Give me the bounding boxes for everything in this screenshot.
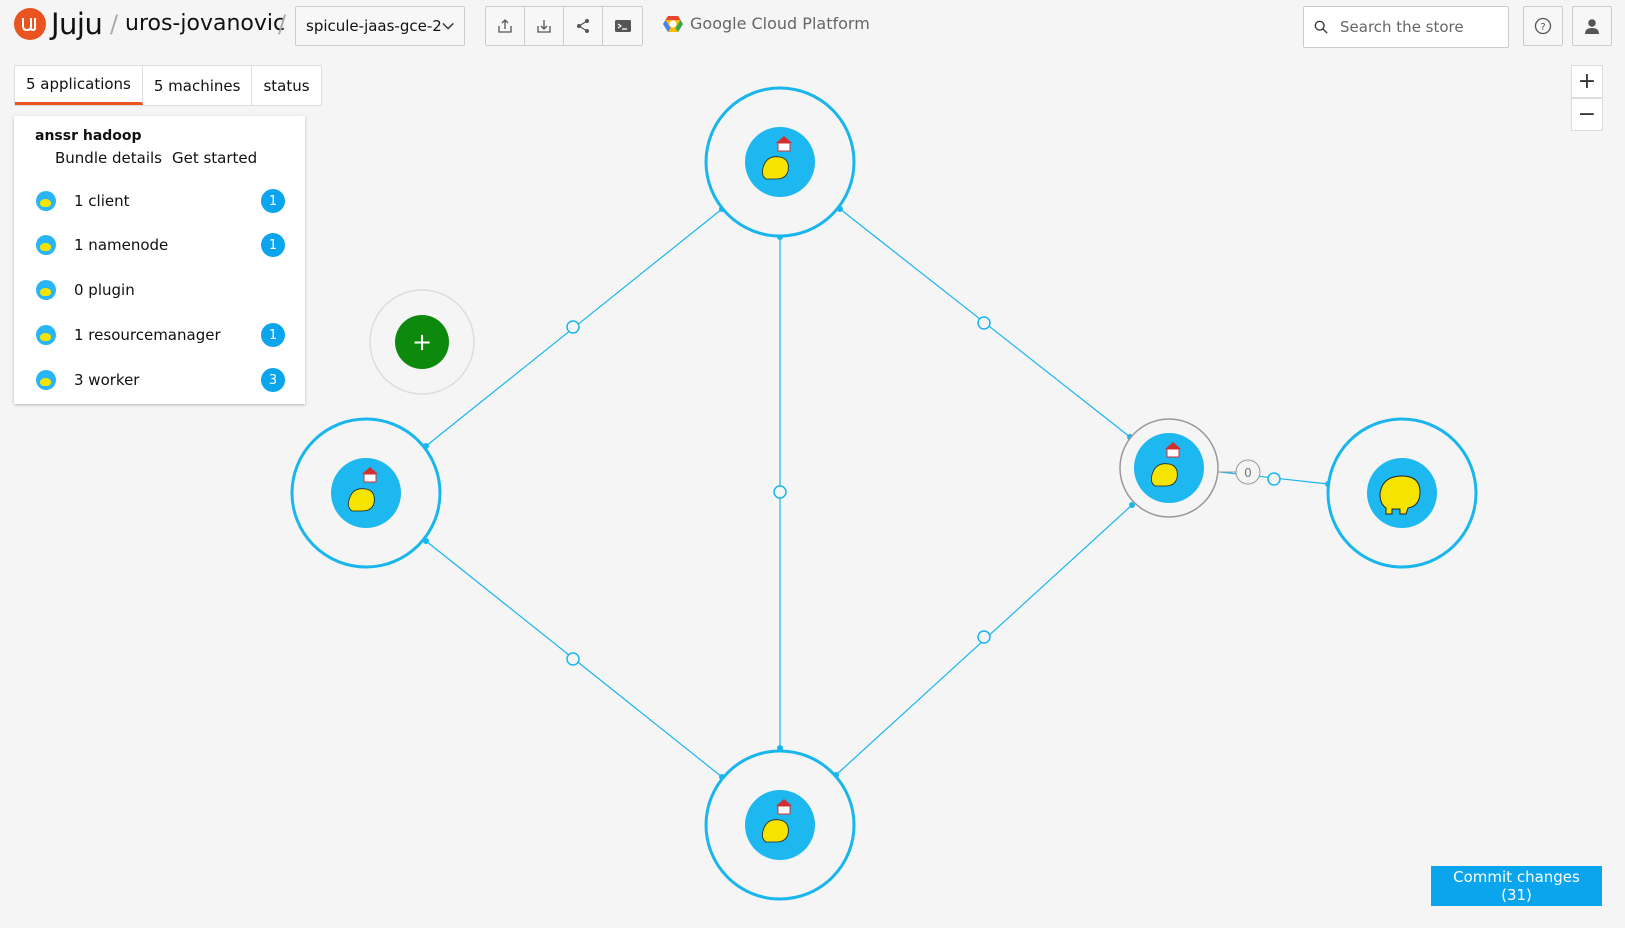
user-icon [1585, 19, 1599, 34]
import-button[interactable] [525, 7, 564, 45]
get-started-link[interactable]: Get started [172, 149, 257, 167]
relation-midpoint[interactable] [1267, 472, 1281, 486]
cloud-label: Google Cloud Platform [690, 13, 870, 33]
svg-text:0: 0 [1244, 466, 1252, 480]
cloud-provider: Google Cloud Platform [662, 13, 870, 33]
google-cloud-icon [663, 16, 683, 32]
header: Juju / uros-jovanovic / spicule-jaas-gce… [0, 0, 1625, 56]
app-label: 1 namenode [74, 236, 169, 254]
app-node-resourcemanager[interactable] [1119, 418, 1219, 518]
zoom-out-button[interactable]: − [1571, 98, 1603, 131]
app-node-client[interactable] [290, 417, 442, 569]
app-label: 1 client [74, 192, 130, 210]
app-node-worker[interactable] [704, 749, 856, 901]
relation-midpoint[interactable] [773, 485, 787, 499]
tab-applications[interactable]: 5 applications [15, 66, 143, 105]
logo-text: Juju [51, 7, 103, 41]
bundle-links: Bundle details Get started [55, 149, 257, 167]
list-item-plugin[interactable]: 0 plugin [14, 268, 305, 312]
applications-panel: anssr hadoop Bundle details Get started … [14, 116, 305, 404]
unit-count-badge: 1 [261, 189, 285, 213]
model-toolbar [485, 6, 643, 46]
tab-machines[interactable]: 5 machines [143, 66, 253, 105]
relation-midpoint[interactable] [566, 652, 580, 666]
help-icon: ? [1534, 17, 1552, 35]
bundle-name: anssr hadoop [35, 128, 142, 144]
tab-status[interactable]: status [252, 66, 320, 105]
app-node-plugin[interactable] [1326, 417, 1478, 569]
breadcrumb-separator: / [110, 10, 119, 38]
search-icon [1314, 20, 1328, 34]
plus-icon: + [412, 328, 432, 356]
list-item-namenode[interactable]: 1 namenode 1 [14, 223, 305, 267]
list-item-resourcemanager[interactable]: 1 resourcemanager 1 [14, 313, 305, 357]
terminal-icon [614, 20, 631, 32]
export-icon [498, 19, 512, 33]
model-name: spicule-jaas-gce-2 [306, 17, 442, 35]
juju-mark-icon [14, 8, 46, 40]
relation-badge[interactable]: 0 [1218, 459, 1261, 485]
export-button[interactable] [486, 7, 525, 45]
store-search[interactable] [1303, 6, 1509, 48]
app-label: 1 resourcemanager [74, 326, 221, 344]
terminal-button[interactable] [603, 7, 642, 45]
unit-count-badge: 1 [261, 323, 285, 347]
unit-count-badge: 3 [261, 368, 285, 392]
hadoop-icon [36, 191, 56, 211]
help-button[interactable]: ? [1523, 6, 1563, 46]
breadcrumb-user[interactable]: uros-jovanovic [125, 11, 285, 36]
app-node-namenode[interactable] [704, 86, 856, 238]
hadoop-icon [36, 325, 56, 345]
breadcrumb-separator: / [278, 10, 287, 38]
chevron-down-icon [442, 22, 454, 30]
list-item-worker[interactable]: 3 worker 3 [14, 358, 305, 402]
share-icon [577, 19, 589, 33]
commit-changes-button[interactable]: Commit changes (31) [1431, 866, 1602, 906]
app-label: 3 worker [74, 371, 140, 389]
model-switcher[interactable]: spicule-jaas-gce-2 [295, 6, 465, 46]
relation-midpoint[interactable] [566, 320, 580, 334]
hadoop-icon [36, 235, 56, 255]
svg-text:?: ? [1540, 22, 1545, 33]
app-label: 0 plugin [74, 281, 135, 299]
hadoop-icon [36, 370, 56, 390]
search-input[interactable] [1338, 17, 1498, 37]
sidebar-tabs: 5 applications 5 machines status [14, 65, 322, 106]
user-profile-button[interactable] [1572, 6, 1612, 46]
import-icon [537, 20, 551, 33]
juju-logo[interactable]: Juju [14, 7, 103, 41]
list-item-client[interactable]: 1 client 1 [14, 179, 305, 223]
zoom-in-button[interactable]: + [1571, 65, 1603, 98]
hadoop-icon [36, 280, 56, 300]
relation-midpoint[interactable] [977, 630, 991, 644]
add-application-button[interactable]: + [369, 289, 475, 395]
share-button[interactable] [564, 7, 603, 45]
unit-count-badge: 1 [261, 233, 285, 257]
bundle-details-link[interactable]: Bundle details [55, 149, 162, 167]
relation-midpoint[interactable] [977, 316, 991, 330]
